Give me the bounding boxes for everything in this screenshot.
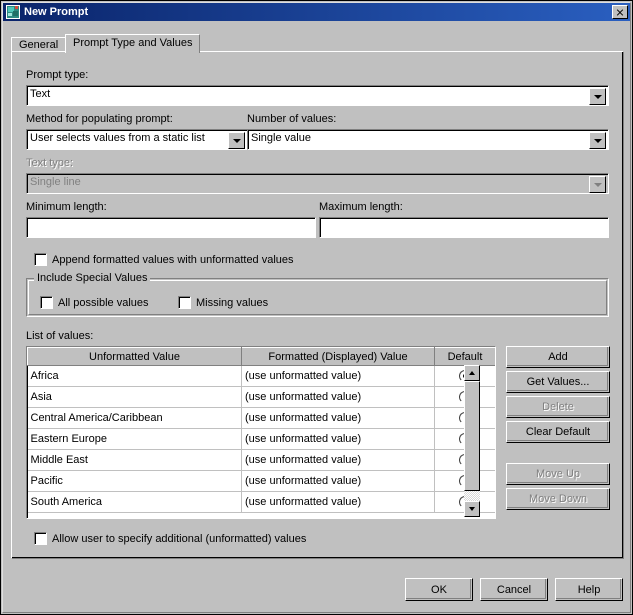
prompt-window-icon [5, 4, 21, 20]
cell-unformatted-value: Pacific [28, 471, 242, 492]
cell-formatted-value: (use unformatted value) [242, 450, 435, 471]
text-type-label: Text type: [26, 157, 73, 169]
cell-unformatted-value: Asia [28, 387, 242, 408]
cell-formatted-value: (use unformatted value) [242, 387, 435, 408]
chevron-down-icon[interactable] [228, 132, 245, 149]
cell-unformatted-value: Eastern Europe [28, 429, 242, 450]
allow-additional-values-checkbox[interactable] [34, 532, 47, 545]
cell-formatted-value: (use unformatted value) [242, 471, 435, 492]
number-of-values-combo[interactable]: Single value [247, 129, 609, 150]
allow-additional-values-label: Allow user to specify additional (unform… [52, 533, 306, 545]
missing-values-label: Missing values [196, 297, 268, 309]
cell-formatted-value: (use unformatted value) [242, 366, 435, 387]
all-possible-values-label: All possible values [58, 297, 149, 309]
scroll-up-icon[interactable] [464, 365, 480, 381]
title-bar[interactable]: New Prompt [3, 3, 630, 21]
prompt-type-combo[interactable]: Text [26, 85, 609, 106]
table-row[interactable]: South America (use unformatted value) [28, 492, 496, 513]
get-values-button[interactable]: Get Values... [506, 371, 610, 393]
column-header-unformatted-value[interactable]: Unformatted Value [28, 348, 242, 366]
table-row[interactable]: Pacific (use unformatted value) [28, 471, 496, 492]
list-of-values-table[interactable]: Unformatted Value Formatted (Displayed) … [26, 346, 496, 519]
list-vertical-scrollbar[interactable] [464, 365, 480, 517]
method-value: User selects values from a static list [30, 132, 205, 144]
maximum-length-input[interactable] [319, 217, 609, 238]
append-formatted-label: Append formatted values with unformatted… [52, 254, 294, 266]
maximum-length-label: Maximum length: [319, 201, 403, 213]
include-special-values-title: Include Special Values [34, 272, 150, 284]
minimum-length-label: Minimum length: [26, 201, 107, 213]
missing-values-checkbox[interactable] [178, 296, 191, 309]
ok-button[interactable]: OK [405, 578, 473, 601]
chevron-down-icon[interactable] [589, 132, 606, 149]
cell-unformatted-value: South America [28, 492, 242, 513]
append-formatted-checkbox[interactable] [34, 253, 47, 266]
minimum-length-input[interactable] [26, 217, 316, 238]
tab-strip: General Prompt Type and Values [11, 34, 624, 52]
prompt-type-value: Text [30, 88, 50, 100]
cell-formatted-value: (use unformatted value) [242, 408, 435, 429]
clear-default-button[interactable]: Clear Default [506, 421, 610, 443]
scroll-down-icon[interactable] [464, 501, 480, 517]
close-icon[interactable] [612, 5, 628, 19]
lov-table-body: Africa (use unformatted value) Asia (use… [28, 366, 496, 513]
chevron-down-icon [589, 176, 606, 193]
method-combo[interactable]: User selects values from a static list [26, 129, 248, 150]
move-up-button: Move Up [506, 463, 610, 485]
prompt-type-label: Prompt type: [26, 69, 88, 81]
cell-unformatted-value: Middle East [28, 450, 242, 471]
new-prompt-dialog: New Prompt General Prompt Type and Value… [0, 0, 633, 615]
delete-button: Delete [506, 396, 610, 418]
window-title: New Prompt [24, 6, 612, 18]
column-header-formatted-value[interactable]: Formatted (Displayed) Value [242, 348, 435, 366]
list-of-values-label: List of values: [26, 330, 93, 342]
table-header-row: Unformatted Value Formatted (Displayed) … [28, 348, 496, 366]
add-button[interactable]: Add [506, 346, 610, 368]
table-row[interactable]: Middle East (use unformatted value) [28, 450, 496, 471]
number-of-values-value: Single value [251, 132, 311, 144]
method-label: Method for populating prompt: [26, 113, 173, 125]
cell-formatted-value: (use unformatted value) [242, 429, 435, 450]
cell-formatted-value: (use unformatted value) [242, 492, 435, 513]
help-button[interactable]: Help [555, 578, 623, 601]
text-type-combo: Single line [26, 173, 609, 194]
all-possible-values-checkbox[interactable] [40, 296, 53, 309]
scrollbar-thumb[interactable] [464, 381, 480, 491]
table-row[interactable]: Central America/Caribbean (use unformatt… [28, 408, 496, 429]
table-row[interactable]: Africa (use unformatted value) [28, 366, 496, 387]
number-of-values-label: Number of values: [247, 113, 336, 125]
tab-general[interactable]: General [11, 37, 66, 52]
cancel-button[interactable]: Cancel [480, 578, 548, 601]
lov-table: Unformatted Value Formatted (Displayed) … [27, 347, 496, 513]
table-row[interactable]: Eastern Europe (use unformatted value) [28, 429, 496, 450]
column-header-default[interactable]: Default [435, 348, 496, 366]
move-down-button: Move Down [506, 488, 610, 510]
text-type-value: Single line [30, 176, 81, 188]
cell-unformatted-value: Africa [28, 366, 242, 387]
chevron-down-icon[interactable] [589, 88, 606, 105]
tab-page: Prompt type: Text Method for populating … [11, 51, 624, 559]
cell-unformatted-value: Central America/Caribbean [28, 408, 242, 429]
table-row[interactable]: Asia (use unformatted value) [28, 387, 496, 408]
tab-prompt-type-and-values[interactable]: Prompt Type and Values [65, 34, 200, 53]
